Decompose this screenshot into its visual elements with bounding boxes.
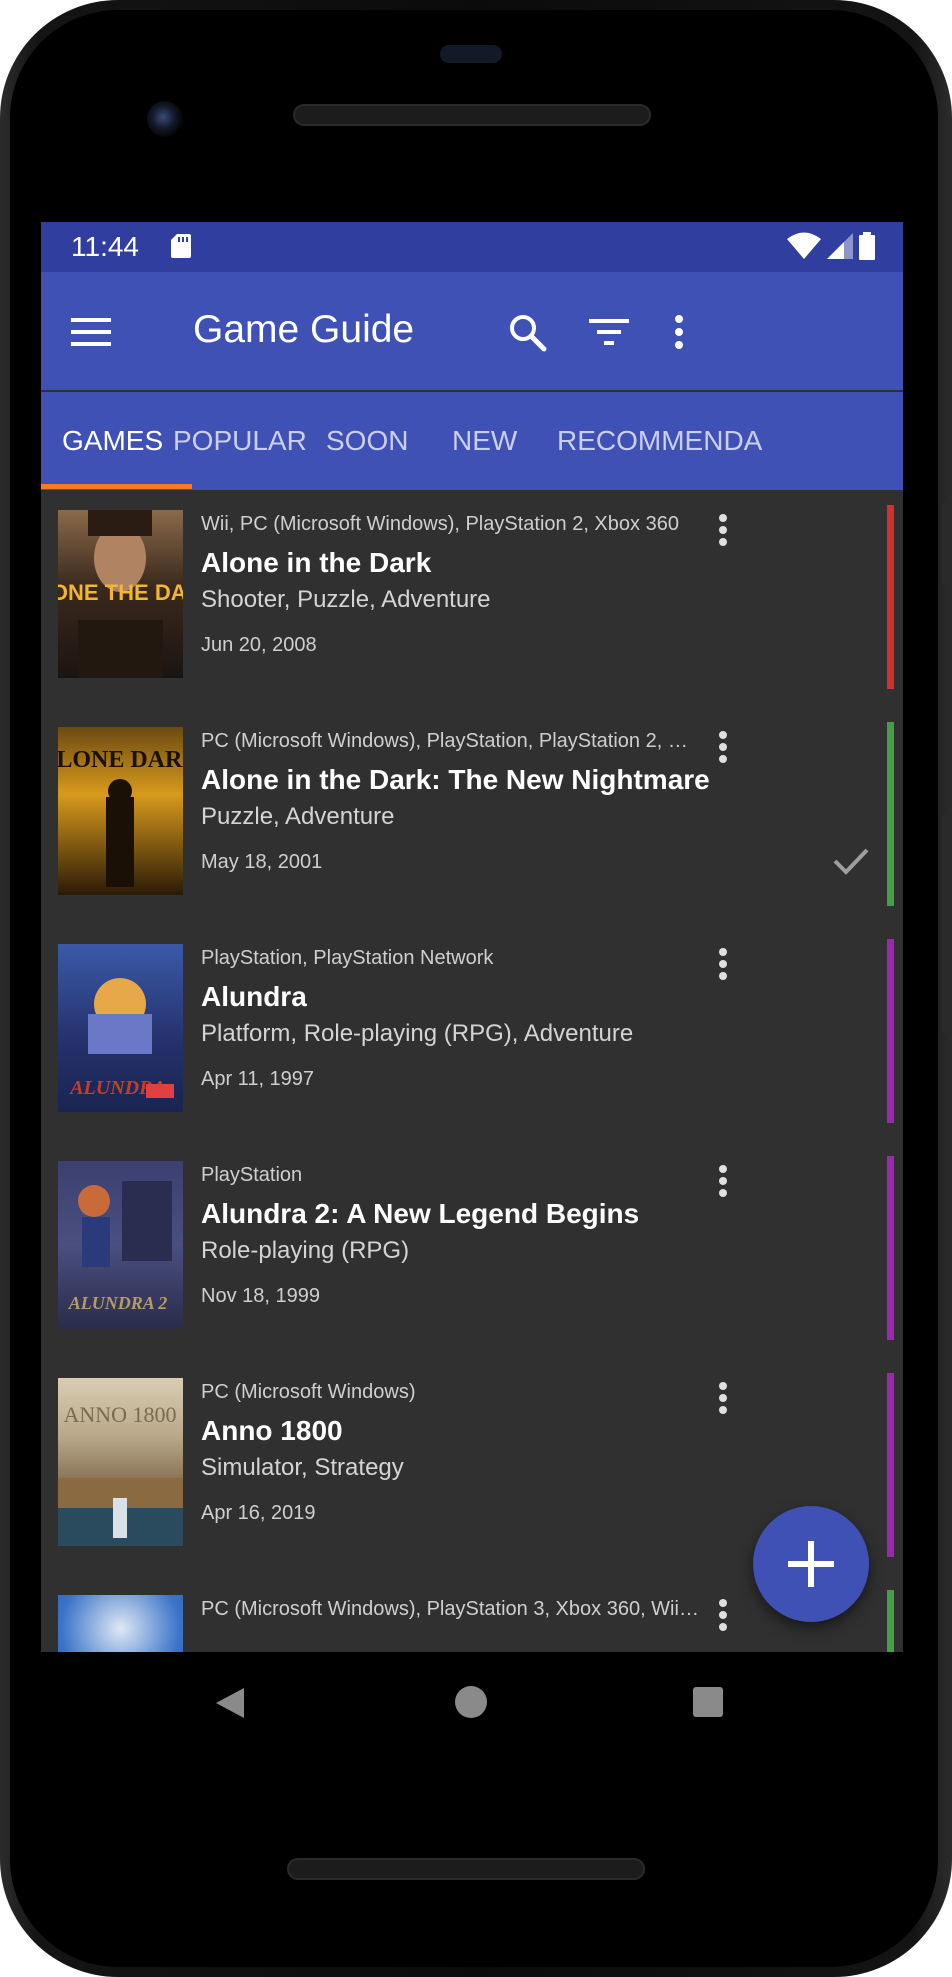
game-platforms: PC (Microsoft Windows)	[201, 1381, 416, 1403]
game-title: Alone in the Dark	[201, 547, 432, 578]
nav-back-button[interactable]	[214, 1686, 246, 1725]
game-release-date: Apr 16, 2019	[201, 1502, 316, 1524]
more-vert-icon	[719, 948, 727, 980]
volume-button	[942, 814, 952, 1034]
search-icon	[510, 315, 547, 352]
cover-logo-text: ANNO 1800	[63, 1402, 176, 1427]
app-title: Game Guide	[193, 308, 415, 351]
item-more-button[interactable]	[701, 725, 745, 769]
status-color-bar	[887, 1373, 894, 1557]
add-game-fab[interactable]	[753, 1506, 869, 1622]
game-release-date: Apr 11, 1997	[201, 1068, 315, 1090]
game-cover: ALUNDRA	[58, 944, 183, 1112]
status-color-bar	[887, 722, 894, 906]
battery-icon	[859, 232, 875, 265]
status-color-bar	[887, 939, 894, 1123]
phone-frame: 11:44 Game Guide GAMES POPULAR SOON NEW …	[0, 0, 952, 1977]
front-camera	[147, 101, 183, 137]
game-genres: Shooter, Puzzle, Adventure	[201, 586, 491, 613]
tab-indicator	[41, 484, 192, 489]
cover-logo-text: ALUNDRA 2	[68, 1293, 168, 1313]
game-title: Alundra	[201, 981, 307, 1012]
wifi-icon	[787, 232, 821, 265]
tab-popular[interactable]: POPULAR	[173, 392, 307, 490]
nav-home-button[interactable]	[455, 1686, 487, 1718]
completed-check-icon	[833, 847, 869, 880]
tab-new[interactable]: NEW	[452, 392, 517, 490]
game-cover	[58, 1595, 183, 1652]
search-button[interactable]	[497, 302, 557, 362]
cover-logo-text: ALONE DARK	[58, 747, 183, 773]
status-color-bar	[887, 505, 894, 689]
game-release-date: Nov 18, 1999	[201, 1285, 320, 1307]
nav-recents-button[interactable]	[693, 1687, 723, 1717]
status-bar: 11:44	[41, 222, 903, 272]
game-list-item[interactable]: ALUNDRA PlayStation, PlayStation Network…	[41, 924, 903, 1141]
tab-soon[interactable]: SOON	[326, 392, 408, 490]
more-vert-icon	[675, 315, 683, 349]
item-more-button[interactable]	[701, 1593, 745, 1637]
bottom-speaker	[287, 1858, 645, 1880]
more-vert-icon	[719, 1382, 727, 1414]
tab-games[interactable]: GAMES	[62, 392, 163, 490]
earpiece-speaker	[293, 104, 651, 126]
status-color-bar	[887, 1156, 894, 1340]
status-time: 11:44	[71, 231, 139, 262]
game-platforms: PC (Microsoft Windows), PlayStation 3, X…	[201, 1598, 701, 1620]
item-more-button[interactable]	[701, 1159, 745, 1203]
game-title: Alone in the Dark: The New Nightmare	[201, 764, 710, 795]
item-more-button[interactable]	[701, 942, 745, 986]
game-title: Anno 1800	[201, 1415, 343, 1446]
power-button	[942, 502, 952, 584]
game-genres: Platform, Role-playing (RPG), Adventure	[201, 1020, 634, 1047]
tab-recommendations[interactable]: RECOMMENDA	[557, 392, 762, 490]
app-toolbar: Game Guide	[41, 272, 903, 390]
game-cover: ALONE THE DARK	[58, 510, 183, 678]
game-platforms: Wii, PC (Microsoft Windows), PlayStation…	[201, 513, 679, 535]
more-vert-icon	[719, 514, 727, 546]
cover-logo-text: ALONE THE DARK	[58, 580, 183, 605]
sd-card-icon	[171, 234, 191, 263]
game-platforms: PlayStation	[201, 1164, 303, 1186]
item-more-button[interactable]	[701, 508, 745, 552]
game-title: Alundra 2: A New Legend Begins	[201, 1198, 640, 1229]
plus-icon	[788, 1541, 834, 1587]
item-more-button[interactable]	[701, 1376, 745, 1420]
more-vert-icon	[719, 1165, 727, 1197]
game-platforms: PC (Microsoft Windows), PlayStation, Pla…	[201, 730, 701, 752]
game-list-item[interactable]: ALONE THE DARK Wii, PC (Microsoft Window…	[41, 490, 903, 707]
screen: 11:44 Game Guide GAMES POPULAR SOON NEW …	[41, 222, 903, 1652]
tab-bar: GAMES POPULAR SOON NEW RECOMMENDA	[41, 392, 903, 490]
status-color-bar	[887, 1590, 894, 1652]
status-icons	[787, 232, 875, 265]
more-vert-icon	[719, 1599, 727, 1631]
game-genres: Simulator, Strategy	[201, 1454, 404, 1481]
game-list-item[interactable]: ALUNDRA 2 PlayStation Alundra 2: A New L…	[41, 1141, 903, 1358]
back-triangle-icon	[216, 1688, 244, 1718]
top-sensor	[440, 45, 502, 63]
game-release-date: May 18, 2001	[201, 851, 323, 873]
game-genres: Role-playing (RPG)	[201, 1237, 410, 1264]
menu-button[interactable]	[61, 302, 121, 362]
filter-button[interactable]	[579, 302, 639, 362]
game-release-date: Jun 20, 2008	[201, 634, 317, 656]
game-platforms: PlayStation, PlayStation Network	[201, 947, 494, 969]
filter-icon	[589, 319, 629, 345]
game-cover: ANNO 1800	[58, 1378, 183, 1546]
more-vert-icon	[719, 731, 727, 763]
hamburger-icon	[71, 318, 111, 346]
game-list-item[interactable]: ALONE DARK PC (Microsoft Windows), PlayS…	[41, 707, 903, 924]
game-cover: ALUNDRA 2	[58, 1161, 183, 1329]
game-genres: Puzzle, Adventure	[201, 803, 395, 830]
cell-signal-icon	[827, 232, 853, 265]
overflow-menu-button[interactable]	[649, 302, 709, 362]
game-cover: ALONE DARK	[58, 727, 183, 895]
